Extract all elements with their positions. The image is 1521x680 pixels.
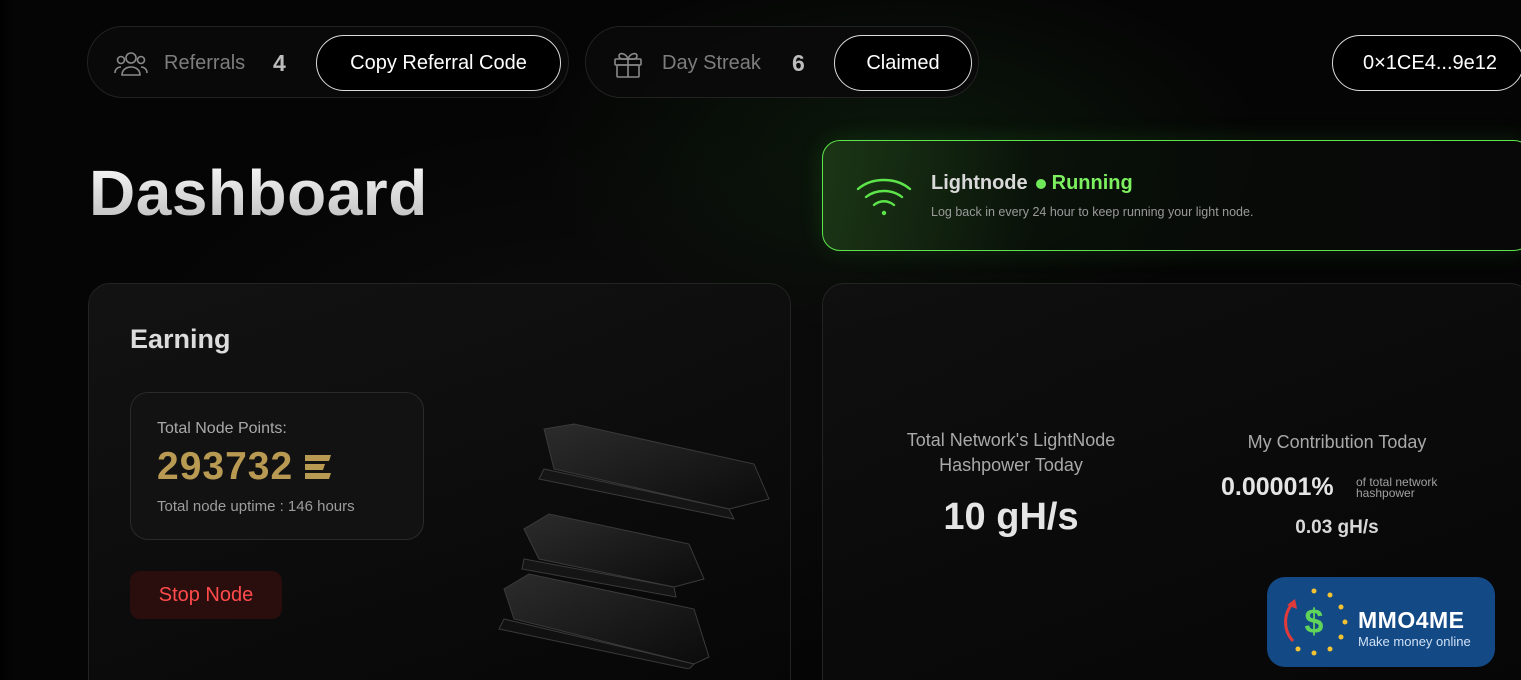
streak-count: 6 <box>792 50 805 76</box>
watermark-subtitle: Make money online <box>1358 634 1471 649</box>
earning-heading: Earning <box>130 324 231 354</box>
points-value-row: 293732 <box>157 445 333 489</box>
stop-node-button[interactable]: Stop Node <box>130 571 282 619</box>
svg-text:$: $ <box>1305 603 1324 641</box>
contribution-percent: 0.00001% <box>1221 473 1334 501</box>
status-note: Log back in every 24 hour to keep runnin… <box>931 205 1254 219</box>
points-value: 293732 <box>157 445 294 488</box>
referrals-count: 4 <box>273 50 286 76</box>
wallet-address-button[interactable]: 0×1CE4...9e12 <box>1332 35 1521 91</box>
earning-card: Earning Total Node Points: 293732 Total … <box>88 283 791 680</box>
points-logo-icon <box>305 455 332 479</box>
users-icon <box>114 52 148 76</box>
contribution-label: My Contribution Today <box>1247 432 1427 452</box>
wifi-icon <box>856 178 912 216</box>
page-title: Dashboard <box>89 157 428 229</box>
status-dot-icon <box>1035 178 1046 189</box>
claimed-button[interactable]: Claimed <box>834 35 972 91</box>
node-name: Lightnode <box>931 172 1028 194</box>
gift-icon <box>614 52 642 78</box>
contribution-sub: of total network hashpower <box>1356 475 1438 500</box>
network-hashpower-value: 10 gH/s <box>943 496 1079 538</box>
streak-label: Day Streak <box>662 52 761 74</box>
dollar-emblem-icon: $ <box>1284 588 1348 656</box>
watermark-title: MMO4ME <box>1358 607 1465 633</box>
referrals-pill: Referrals 4 Copy Referral Code <box>87 26 569 98</box>
dashboard-page: Referrals 4 Copy Referral Code Day Strea… <box>0 0 1521 680</box>
watermark-badge: $ MMO4ME Make money online <box>1267 577 1495 667</box>
edge-shadow <box>0 0 12 680</box>
status-line: Lightnode Running <box>931 172 1133 195</box>
referrals-label: Referrals <box>164 52 246 74</box>
brand-3d-logo-icon <box>498 423 770 669</box>
node-status-card: Lightnode Running Log back in every 24 h… <box>822 140 1521 251</box>
node-status-value: Running <box>1051 172 1133 194</box>
points-label: Total Node Points: <box>157 420 287 437</box>
node-uptime: Total node uptime : 146 hours <box>157 498 355 515</box>
network-hashpower-label: Total Network's LightNode Hashpower Toda… <box>906 430 1116 475</box>
copy-referral-code-button[interactable]: Copy Referral Code <box>316 35 561 91</box>
streak-pill: Day Streak 6 Claimed <box>585 26 979 98</box>
contribution-rate: 0.03 gH/s <box>1295 517 1379 538</box>
points-box: Total Node Points: 293732 Total node upt… <box>130 392 424 540</box>
